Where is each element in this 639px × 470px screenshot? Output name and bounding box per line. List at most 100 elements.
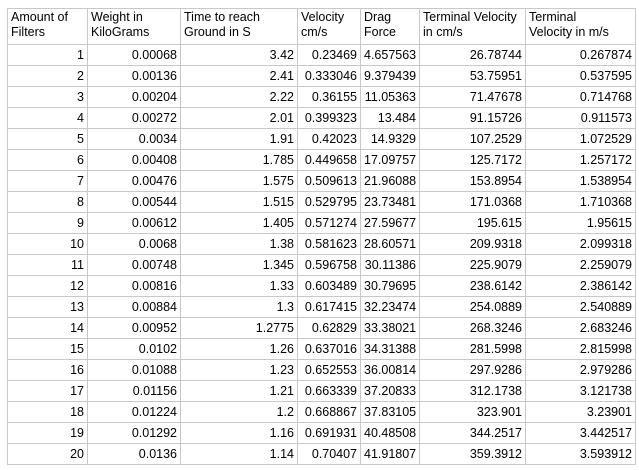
cell-drag-force[interactable]: 37.20833 xyxy=(360,380,420,402)
cell-terminal-velocity-m[interactable]: 1.710368 xyxy=(525,191,636,213)
cell-drag-force[interactable]: 9.379439 xyxy=(360,65,420,87)
cell-terminal-velocity-cm[interactable]: 195.615 xyxy=(419,212,526,234)
cell-velocity[interactable]: 0.529795 xyxy=(297,191,361,213)
cell-weight[interactable]: 0.00544 xyxy=(87,191,181,213)
cell-weight[interactable]: 0.00068 xyxy=(87,44,181,66)
cell-terminal-velocity-cm[interactable]: 171.0368 xyxy=(419,191,526,213)
cell-terminal-velocity-cm[interactable]: 153.8954 xyxy=(419,170,526,192)
cell-amount-of-filters[interactable]: 4 xyxy=(7,107,88,129)
cell-time[interactable]: 1.405 xyxy=(180,212,298,234)
cell-time[interactable]: 1.91 xyxy=(180,128,298,150)
cell-terminal-velocity-m[interactable]: 3.442517 xyxy=(525,422,636,444)
cell-time[interactable]: 1.23 xyxy=(180,359,298,381)
cell-time[interactable]: 2.01 xyxy=(180,107,298,129)
cell-terminal-velocity-m[interactable]: 0.911573 xyxy=(525,107,636,129)
cell-velocity[interactable]: 0.509613 xyxy=(297,170,361,192)
cell-terminal-velocity-m[interactable]: 2.683246 xyxy=(525,317,636,339)
cell-drag-force[interactable]: 4.657563 xyxy=(360,44,420,66)
column-header-terminal-velocity-m[interactable]: Terminal Velocity in m/s xyxy=(525,8,636,45)
cell-terminal-velocity-m[interactable]: 0.714768 xyxy=(525,86,636,108)
cell-velocity[interactable]: 0.596758 xyxy=(297,254,361,276)
cell-amount-of-filters[interactable]: 20 xyxy=(7,443,88,465)
cell-time[interactable]: 1.14 xyxy=(180,443,298,465)
cell-drag-force[interactable]: 21.96088 xyxy=(360,170,420,192)
cell-terminal-velocity-cm[interactable]: 209.9318 xyxy=(419,233,526,255)
cell-velocity[interactable]: 0.663339 xyxy=(297,380,361,402)
column-header-weight[interactable]: Weight in KiloGrams xyxy=(87,8,181,45)
cell-velocity[interactable]: 0.652553 xyxy=(297,359,361,381)
cell-weight[interactable]: 0.01088 xyxy=(87,359,181,381)
cell-drag-force[interactable]: 41.91807 xyxy=(360,443,420,465)
cell-drag-force[interactable]: 14.9329 xyxy=(360,128,420,150)
cell-time[interactable]: 1.575 xyxy=(180,170,298,192)
cell-time[interactable]: 2.41 xyxy=(180,65,298,87)
cell-weight[interactable]: 0.00952 xyxy=(87,317,181,339)
cell-velocity[interactable]: 0.691931 xyxy=(297,422,361,444)
cell-weight[interactable]: 0.0136 xyxy=(87,443,181,465)
cell-velocity[interactable]: 0.399323 xyxy=(297,107,361,129)
cell-terminal-velocity-cm[interactable]: 91.15726 xyxy=(419,107,526,129)
cell-weight[interactable]: 0.01224 xyxy=(87,401,181,423)
cell-terminal-velocity-m[interactable]: 2.540889 xyxy=(525,296,636,318)
cell-terminal-velocity-cm[interactable]: 225.9079 xyxy=(419,254,526,276)
cell-time[interactable]: 2.22 xyxy=(180,86,298,108)
cell-velocity[interactable]: 0.42023 xyxy=(297,128,361,150)
cell-terminal-velocity-m[interactable]: 2.099318 xyxy=(525,233,636,255)
cell-terminal-velocity-cm[interactable]: 71.47678 xyxy=(419,86,526,108)
cell-terminal-velocity-m[interactable]: 3.121738 xyxy=(525,380,636,402)
cell-terminal-velocity-cm[interactable]: 359.3912 xyxy=(419,443,526,465)
cell-drag-force[interactable]: 27.59677 xyxy=(360,212,420,234)
cell-drag-force[interactable]: 13.484 xyxy=(360,107,420,129)
cell-amount-of-filters[interactable]: 8 xyxy=(7,191,88,213)
cell-amount-of-filters[interactable]: 5 xyxy=(7,128,88,150)
column-header-drag-force[interactable]: Drag Force xyxy=(360,8,420,45)
cell-terminal-velocity-m[interactable]: 3.593912 xyxy=(525,443,636,465)
cell-time[interactable]: 1.16 xyxy=(180,422,298,444)
cell-terminal-velocity-m[interactable]: 1.072529 xyxy=(525,128,636,150)
cell-velocity[interactable]: 0.62829 xyxy=(297,317,361,339)
cell-velocity[interactable]: 0.617415 xyxy=(297,296,361,318)
cell-terminal-velocity-m[interactable]: 0.537595 xyxy=(525,65,636,87)
cell-time[interactable]: 1.26 xyxy=(180,338,298,360)
cell-amount-of-filters[interactable]: 2 xyxy=(7,65,88,87)
cell-amount-of-filters[interactable]: 14 xyxy=(7,317,88,339)
cell-velocity[interactable]: 0.603489 xyxy=(297,275,361,297)
cell-terminal-velocity-m[interactable]: 1.538954 xyxy=(525,170,636,192)
cell-time[interactable]: 1.2 xyxy=(180,401,298,423)
cell-time[interactable]: 1.785 xyxy=(180,149,298,171)
cell-terminal-velocity-cm[interactable]: 297.9286 xyxy=(419,359,526,381)
cell-drag-force[interactable]: 30.79695 xyxy=(360,275,420,297)
cell-amount-of-filters[interactable]: 6 xyxy=(7,149,88,171)
cell-time[interactable]: 1.2775 xyxy=(180,317,298,339)
cell-time[interactable]: 1.38 xyxy=(180,233,298,255)
cell-terminal-velocity-m[interactable]: 2.386142 xyxy=(525,275,636,297)
cell-velocity[interactable]: 0.333046 xyxy=(297,65,361,87)
column-header-terminal-velocity-cm[interactable]: Terminal Velocity in cm/s xyxy=(419,8,526,45)
cell-amount-of-filters[interactable]: 18 xyxy=(7,401,88,423)
cell-terminal-velocity-cm[interactable]: 53.75951 xyxy=(419,65,526,87)
cell-amount-of-filters[interactable]: 15 xyxy=(7,338,88,360)
cell-terminal-velocity-cm[interactable]: 268.3246 xyxy=(419,317,526,339)
cell-terminal-velocity-m[interactable]: 1.257172 xyxy=(525,149,636,171)
cell-velocity[interactable]: 0.668867 xyxy=(297,401,361,423)
cell-drag-force[interactable]: 11.05363 xyxy=(360,86,420,108)
cell-time[interactable]: 1.3 xyxy=(180,296,298,318)
cell-weight[interactable]: 0.01292 xyxy=(87,422,181,444)
cell-terminal-velocity-cm[interactable]: 281.5998 xyxy=(419,338,526,360)
cell-weight[interactable]: 0.00408 xyxy=(87,149,181,171)
cell-terminal-velocity-m[interactable]: 0.267874 xyxy=(525,44,636,66)
cell-weight[interactable]: 0.00816 xyxy=(87,275,181,297)
cell-weight[interactable]: 0.00884 xyxy=(87,296,181,318)
cell-weight[interactable]: 0.00748 xyxy=(87,254,181,276)
cell-velocity[interactable]: 0.449658 xyxy=(297,149,361,171)
cell-weight[interactable]: 0.0102 xyxy=(87,338,181,360)
cell-weight[interactable]: 0.00136 xyxy=(87,65,181,87)
cell-amount-of-filters[interactable]: 1 xyxy=(7,44,88,66)
cell-weight[interactable]: 0.01156 xyxy=(87,380,181,402)
cell-amount-of-filters[interactable]: 12 xyxy=(7,275,88,297)
cell-weight[interactable]: 0.0068 xyxy=(87,233,181,255)
cell-amount-of-filters[interactable]: 9 xyxy=(7,212,88,234)
cell-drag-force[interactable]: 33.38021 xyxy=(360,317,420,339)
cell-terminal-velocity-cm[interactable]: 26.78744 xyxy=(419,44,526,66)
cell-drag-force[interactable]: 30.11386 xyxy=(360,254,420,276)
